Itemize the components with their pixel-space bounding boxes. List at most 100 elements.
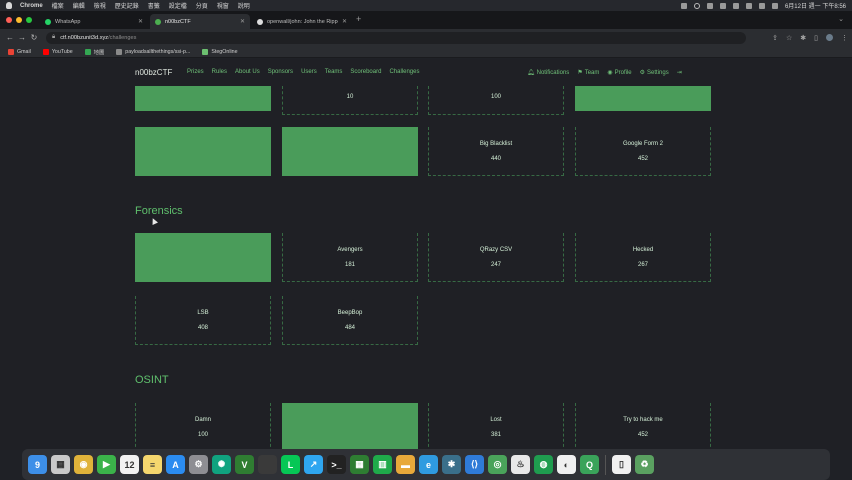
new-tab-icon[interactable]: + xyxy=(356,14,361,24)
control-center-icon[interactable] xyxy=(771,2,778,9)
menu-history[interactable]: 歷史記錄 xyxy=(115,1,139,10)
chrome-icon[interactable]: ◉ xyxy=(74,455,93,474)
challenge-card-big-blacklist[interactable]: Big Blacklist 440 xyxy=(428,127,564,176)
close-tab-icon[interactable]: ✕ xyxy=(138,18,143,25)
nav-notifications[interactable]: 🔔︎ Notifications xyxy=(527,69,569,76)
menu-file[interactable]: 檔案 xyxy=(52,1,64,10)
java-icon[interactable]: ♨ xyxy=(511,455,530,474)
folder-icon[interactable]: ▬ xyxy=(396,455,415,474)
edge-icon[interactable]: e xyxy=(419,455,438,474)
maximize-window-button[interactable] xyxy=(26,17,32,23)
numbers-icon[interactable]: ▥ xyxy=(373,455,392,474)
appstore-icon[interactable]: A xyxy=(166,455,185,474)
nav-settings[interactable]: ⚙ Settings xyxy=(640,69,669,76)
challenge-card-solved[interactable] xyxy=(282,127,418,176)
grid-icon[interactable]: ▦ xyxy=(350,455,369,474)
sidepanel-icon[interactable]: ▯ xyxy=(814,34,818,42)
challenge-card-solved[interactable] xyxy=(282,403,418,450)
share-icon[interactable]: ⇪ xyxy=(772,34,778,42)
menu-help[interactable]: 說明 xyxy=(238,1,250,10)
status-ring-icon[interactable] xyxy=(693,2,700,9)
nav-sponsors[interactable]: Sponsors xyxy=(268,69,293,75)
address-bar[interactable]: 🔒︎ ctf.n00bzunit3d.xyz /challenges xyxy=(46,31,746,44)
nav-scoreboard[interactable]: Scoreboard xyxy=(350,69,381,75)
bookmark-star-icon[interactable]: ☆ xyxy=(786,34,792,42)
close-tab-icon[interactable]: ✕ xyxy=(240,18,245,25)
kebab-menu-icon[interactable]: ⋮ xyxy=(841,34,848,42)
calendar-icon[interactable]: 12 xyxy=(120,455,139,474)
vim-icon[interactable]: V xyxy=(235,455,254,474)
extensions-puzzle-icon[interactable]: ✱ xyxy=(800,34,806,42)
challenge-card[interactable]: 100 xyxy=(428,86,564,115)
status-app-icon[interactable] xyxy=(680,2,687,9)
challenge-card-solved[interactable] xyxy=(575,86,711,111)
logout-icon[interactable]: ⇥ xyxy=(677,69,682,76)
apple-menu-icon[interactable] xyxy=(6,2,12,9)
back-arrow-icon[interactable]: ← xyxy=(4,33,16,42)
bookmark-payloads[interactable]: payloadsallthethings/ssi-p... xyxy=(116,48,190,55)
vscode-icon[interactable]: ⟨⟩ xyxy=(465,455,484,474)
bookmark-maps[interactable]: 地圖 xyxy=(84,48,104,56)
tab-n00bzctf[interactable]: n00bzCTF ✕ xyxy=(150,14,250,29)
facetime-icon[interactable]: ▶ xyxy=(97,455,116,474)
menu-tab[interactable]: 分頁 xyxy=(196,1,208,10)
line-icon[interactable]: L xyxy=(281,455,300,474)
edge-green-icon[interactable]: ◍ xyxy=(534,455,553,474)
terminal-icon[interactable]: >_ xyxy=(327,455,346,474)
menu-bookmarks[interactable]: 書籤 xyxy=(148,1,160,10)
nav-profile[interactable]: ◉ Profile xyxy=(607,69,631,76)
chatgpt-icon[interactable]: ✺ xyxy=(212,455,231,474)
nav-rules[interactable]: Rules xyxy=(212,69,227,75)
stocks-icon[interactable]: ↗ xyxy=(304,455,323,474)
lock-icon[interactable]: 🔒︎ xyxy=(52,34,55,41)
close-window-button[interactable] xyxy=(6,17,12,23)
nav-team[interactable]: ⚑ Team xyxy=(577,69,599,76)
blank-icon[interactable] xyxy=(258,455,277,474)
vpn-icon[interactable]: ◐ xyxy=(557,455,576,474)
bookmark-youtube[interactable]: YouTube xyxy=(42,48,73,55)
nav-challenges[interactable]: Challenges xyxy=(389,69,419,75)
menubar-clock[interactable]: 6月12日 週一 下午8:56 xyxy=(785,1,846,10)
status-cloud-icon[interactable] xyxy=(719,2,726,9)
profile-avatar[interactable] xyxy=(826,34,833,41)
challenge-card-hecked[interactable]: Hecked 267 xyxy=(575,233,711,282)
challenge-card-damn[interactable]: Damn 100 xyxy=(135,403,271,450)
minimize-window-button[interactable] xyxy=(16,17,22,23)
finder-icon[interactable]: 9 xyxy=(28,455,47,474)
notes-icon[interactable]: ≡ xyxy=(143,455,162,474)
challenge-card[interactable]: 10 xyxy=(282,86,418,115)
challenge-card-solved[interactable] xyxy=(135,86,271,111)
launchpad-icon[interactable]: ▦ xyxy=(51,455,70,474)
nav-prizes[interactable]: Prizes xyxy=(187,69,204,75)
bookmark-gmail[interactable]: Gmail xyxy=(8,48,31,55)
close-tab-icon[interactable]: ✕ xyxy=(342,18,347,25)
forward-arrow-icon[interactable]: → xyxy=(16,33,28,42)
challenge-card-solved[interactable] xyxy=(135,127,271,176)
challenge-card-lost[interactable]: Lost 381 xyxy=(428,403,564,450)
trash-icon[interactable]: ♻ xyxy=(635,455,654,474)
menu-profiles[interactable]: 設定檔 xyxy=(169,1,187,10)
challenge-card-lsb[interactable]: LSB 408 xyxy=(135,296,271,345)
menu-app-name[interactable]: Chrome xyxy=(20,3,43,9)
bookmark-stegonline[interactable]: StegOnline xyxy=(202,48,238,55)
challenge-card-beepbop[interactable]: BeepBop 484 xyxy=(282,296,418,345)
menu-window[interactable]: 視窗 xyxy=(217,1,229,10)
reload-icon[interactable]: ↻ xyxy=(28,33,40,42)
browser-icon[interactable]: ◎ xyxy=(488,455,507,474)
tab-whatsapp[interactable]: WhatsApp ✕ xyxy=(40,14,148,29)
network-icon[interactable]: ✱ xyxy=(442,455,461,474)
challenge-card-avengers[interactable]: Avengers 181 xyxy=(282,233,418,282)
menu-edit[interactable]: 編輯 xyxy=(73,1,85,10)
challenge-card-try-to-hack-me[interactable]: Try to hack me 452 xyxy=(575,403,711,450)
challenge-card-qrazy-csv[interactable]: QRazy CSV 247 xyxy=(428,233,564,282)
nav-teams[interactable]: Teams xyxy=(325,69,343,75)
menu-view[interactable]: 檢視 xyxy=(94,1,106,10)
ctf-brand[interactable]: n00bzCTF xyxy=(135,68,172,77)
nav-about-us[interactable]: About Us xyxy=(235,69,260,75)
copilot-icon[interactable]: Q xyxy=(580,455,599,474)
challenge-card-solved[interactable] xyxy=(135,233,271,282)
document-icon[interactable]: ▯ xyxy=(612,455,631,474)
nav-users[interactable]: Users xyxy=(301,69,317,75)
status-github-icon[interactable] xyxy=(706,2,713,9)
status-wifi-icon[interactable] xyxy=(745,2,752,9)
